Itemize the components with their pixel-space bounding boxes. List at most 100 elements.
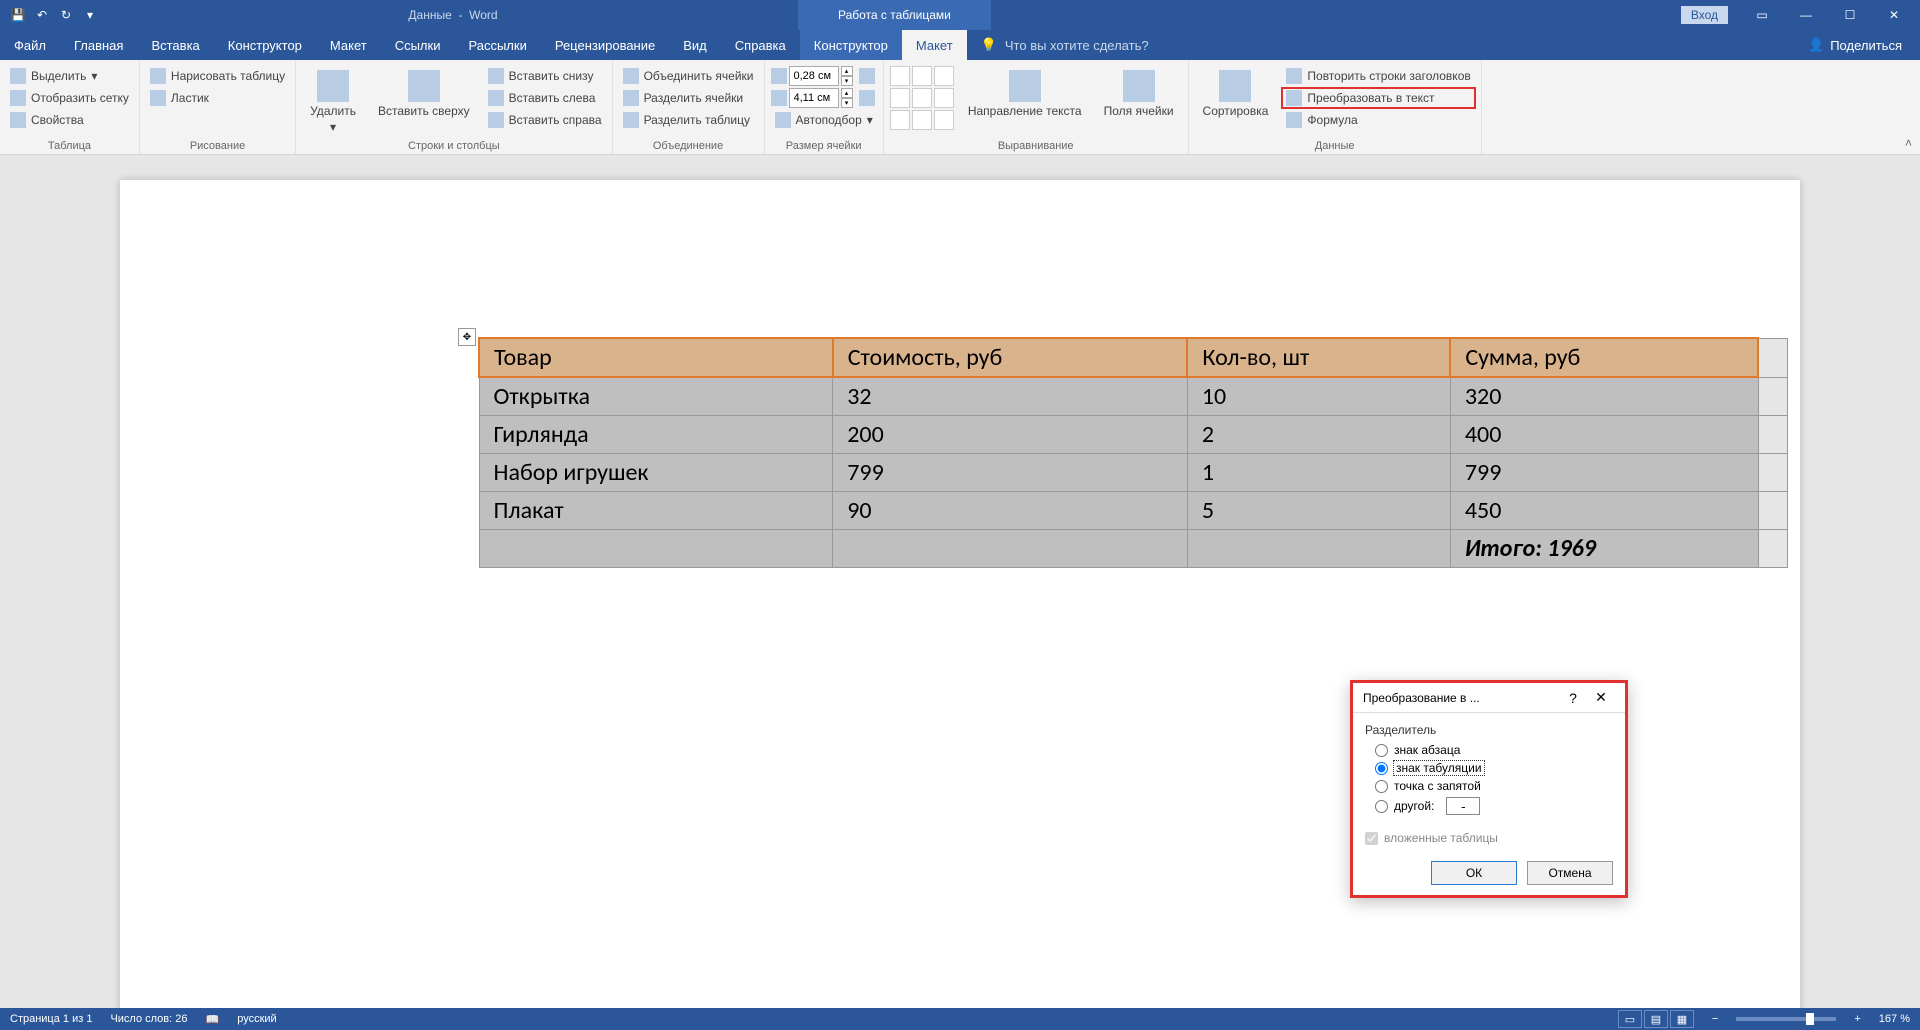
tab-design[interactable]: Конструктор [214, 30, 316, 60]
redo-icon[interactable]: ↻ [58, 7, 74, 23]
properties-button[interactable]: Свойства [6, 110, 133, 130]
close-icon[interactable]: ✕ [1874, 0, 1914, 30]
radio-semicolon[interactable] [1375, 780, 1388, 793]
option-tab[interactable]: знак табуляции [1365, 759, 1613, 777]
col-width-input[interactable]: ▴▾ [771, 88, 877, 108]
minimize-icon[interactable]: — [1786, 0, 1826, 30]
distribute-cols-icon[interactable] [859, 90, 875, 106]
formula-button[interactable]: Формула [1282, 110, 1474, 130]
option-other[interactable]: другой: [1365, 795, 1613, 817]
table-header[interactable]: Сумма, руб [1450, 338, 1758, 377]
tab-file[interactable]: Файл [0, 30, 60, 60]
tab-references[interactable]: Ссылки [381, 30, 455, 60]
alignment-grid[interactable] [890, 66, 954, 130]
row-marker[interactable] [1758, 377, 1788, 416]
total-cell[interactable]: Итого: 1969 [1450, 530, 1758, 568]
tell-me-search[interactable]: 💡 Что вы хотите сделать? [967, 30, 1163, 60]
tab-review[interactable]: Рецензирование [541, 30, 669, 60]
spin-up-icon[interactable]: ▴ [841, 66, 853, 76]
undo-icon[interactable]: ↶ [34, 7, 50, 23]
row-marker[interactable] [1758, 338, 1788, 377]
draw-table-button[interactable]: Нарисовать таблицу [146, 66, 289, 86]
insert-below-button[interactable]: Вставить снизу [484, 66, 606, 86]
row-marker[interactable] [1758, 492, 1788, 530]
align-bl-button[interactable] [890, 110, 910, 130]
print-layout-button[interactable]: ▤ [1644, 1010, 1668, 1028]
insert-above-button[interactable]: Вставить сверху [370, 66, 478, 122]
merge-cells-button[interactable]: Объединить ячейки [619, 66, 758, 86]
tab-mailings[interactable]: Рассылки [454, 30, 540, 60]
insert-right-button[interactable]: Вставить справа [484, 110, 606, 130]
eraser-button[interactable]: Ластик [146, 88, 289, 108]
dialog-help-button[interactable]: ? [1559, 690, 1587, 706]
tab-table-design[interactable]: Конструктор [800, 30, 902, 60]
language-indicator[interactable]: русский [237, 1013, 276, 1025]
table-move-handle[interactable]: ✥ [458, 328, 476, 346]
select-button[interactable]: Выделить ▾ [6, 66, 133, 86]
zoom-level[interactable]: 167 % [1879, 1013, 1910, 1025]
align-tr-button[interactable] [934, 66, 954, 86]
tab-layout[interactable]: Макет [316, 30, 381, 60]
distribute-rows-icon[interactable] [859, 68, 875, 84]
align-tl-button[interactable] [890, 66, 910, 86]
save-icon[interactable]: 💾 [10, 7, 26, 23]
split-table-button[interactable]: Разделить таблицу [619, 110, 758, 130]
cancel-button[interactable]: Отмена [1527, 861, 1613, 885]
table-header[interactable]: Товар [479, 338, 833, 377]
align-tc-button[interactable] [912, 66, 932, 86]
text-direction-button[interactable]: Направление текста [960, 66, 1090, 122]
align-bc-button[interactable] [912, 110, 932, 130]
autofit-button[interactable]: Автоподбор ▾ [771, 110, 877, 130]
web-layout-button[interactable]: ▦ [1670, 1010, 1694, 1028]
zoom-slider[interactable] [1736, 1017, 1836, 1021]
option-paragraph[interactable]: знак абзаца [1365, 741, 1613, 759]
radio-tab[interactable] [1375, 762, 1388, 775]
spin-down-icon[interactable]: ▾ [841, 76, 853, 86]
read-mode-button[interactable]: ▭ [1618, 1010, 1642, 1028]
row-marker[interactable] [1758, 530, 1788, 568]
row-height-input[interactable]: ▴▾ [771, 66, 877, 86]
cell-margins-button[interactable]: Поля ячейки [1096, 66, 1182, 122]
spin-down-icon[interactable]: ▾ [841, 98, 853, 108]
radio-paragraph[interactable] [1375, 744, 1388, 757]
qa-dropdown-icon[interactable]: ▾ [82, 7, 98, 23]
tab-table-layout[interactable]: Макет [902, 30, 967, 60]
radio-other[interactable] [1375, 800, 1388, 813]
signin-button[interactable]: Вход [1681, 6, 1728, 24]
view-gridlines-button[interactable]: Отобразить сетку [6, 88, 133, 108]
delete-button[interactable]: Удалить▾ [302, 66, 364, 138]
proofing-icon[interactable]: 📖 [206, 1013, 220, 1026]
table-header[interactable]: Стоимость, руб [833, 338, 1188, 377]
align-mc-button[interactable] [912, 88, 932, 108]
split-cells-button[interactable]: Разделить ячейки [619, 88, 758, 108]
align-br-button[interactable] [934, 110, 954, 130]
align-ml-button[interactable] [890, 88, 910, 108]
ribbon-options-icon[interactable]: ▭ [1742, 0, 1782, 30]
insert-left-button[interactable]: Вставить слева [484, 88, 606, 108]
document-table[interactable]: Товар Стоимость, руб Кол-во, шт Сумма, р… [478, 337, 1788, 568]
tab-insert[interactable]: Вставка [137, 30, 213, 60]
zoom-thumb[interactable] [1806, 1013, 1814, 1025]
row-marker[interactable] [1758, 416, 1788, 454]
ok-button[interactable]: ОК [1431, 861, 1517, 885]
table-header[interactable]: Кол-во, шт [1187, 338, 1450, 377]
share-button[interactable]: 👤 Поделиться [1790, 30, 1920, 60]
convert-to-text-button[interactable]: Преобразовать в текст [1282, 88, 1474, 108]
zoom-out-button[interactable]: − [1712, 1013, 1718, 1025]
align-mr-button[interactable] [934, 88, 954, 108]
collapse-ribbon-icon[interactable]: ˄ [1905, 136, 1912, 150]
row-marker[interactable] [1758, 454, 1788, 492]
tab-home[interactable]: Главная [60, 30, 137, 60]
sort-button[interactable]: Сортировка [1195, 66, 1277, 122]
dialog-close-button[interactable]: ✕ [1587, 689, 1615, 706]
tab-help[interactable]: Справка [721, 30, 800, 60]
spin-up-icon[interactable]: ▴ [841, 88, 853, 98]
tab-view[interactable]: Вид [669, 30, 721, 60]
zoom-in-button[interactable]: + [1854, 1013, 1860, 1025]
repeat-header-button[interactable]: Повторить строки заголовков [1282, 66, 1474, 86]
option-semicolon[interactable]: точка с запятой [1365, 777, 1613, 795]
other-separator-input[interactable] [1446, 797, 1480, 815]
word-count[interactable]: Число слов: 26 [110, 1013, 187, 1025]
maximize-icon[interactable]: ☐ [1830, 0, 1870, 30]
page-indicator[interactable]: Страница 1 из 1 [10, 1013, 92, 1025]
